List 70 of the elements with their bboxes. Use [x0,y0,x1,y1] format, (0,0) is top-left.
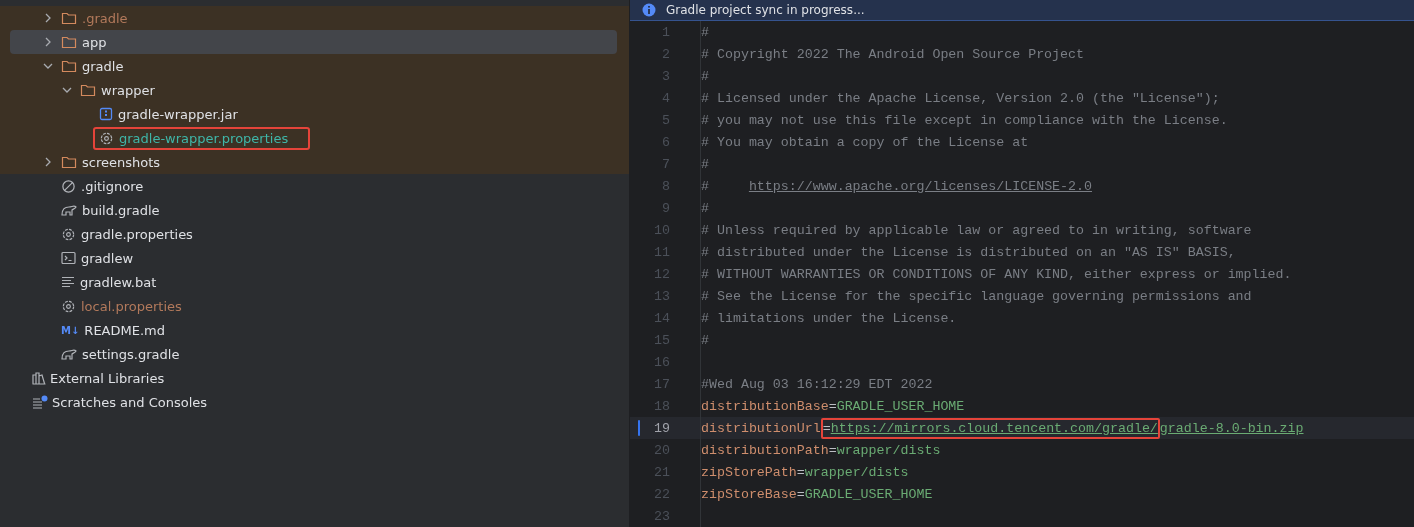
tree-item[interactable]: local.properties [10,294,617,318]
property-value: wrapper/dists [836,442,941,458]
tree-item[interactable]: External Libraries [10,366,617,390]
code-comment: # limitations under the License. [701,310,957,326]
text-lines-icon [61,276,75,288]
tree-item[interactable]: settings.gradle [10,342,617,366]
tree-item[interactable]: gradle.properties [10,222,617,246]
code-link[interactable]: https://mirrors.cloud.tencent.com/gradle/ [830,420,1158,436]
folder-icon [61,155,77,169]
tree-item[interactable]: app [10,30,617,54]
equals-sign: = [822,420,831,436]
markdown-icon: M↓ [61,324,80,336]
code-comment: # [701,24,709,40]
no-entry-icon [61,178,76,194]
archive-icon [99,107,113,121]
property-key: distributionPath [701,442,829,458]
banner-text: Gradle project sync in progress... [666,3,865,17]
code-comment: # [701,68,709,84]
equals-sign: = [796,486,805,502]
code-comment: # Copyright 2022 The Android Open Source Project [701,46,1084,62]
gear-icon [61,226,76,242]
info-icon [642,3,656,17]
code-link[interactable]: gradle-8.0-bin.zip [1159,420,1304,436]
gear-icon [99,130,114,146]
equals-sign: = [796,464,805,480]
tree-item[interactable]: gradlew [10,246,617,270]
code-comment: # [701,156,709,172]
property-value: GRADLE_USER_HOME [804,486,933,502]
tree-item[interactable]: M↓ README.md [10,318,617,342]
tree-item[interactable]: gradlew.bat [10,270,617,294]
folder-icon [80,83,96,97]
library-icon [32,371,46,385]
elephant-icon [61,203,77,217]
code-comment: # Licensed under the Apache License, Version 2.0 (the "License"); [701,90,1220,106]
property-key: distributionUrl [701,420,821,436]
property-value: wrapper/dists [804,464,909,480]
chevron-icon[interactable] [43,157,53,167]
code-comment: # See the License for the specific language governing permissions and [701,288,1252,304]
code-comment: # [701,178,710,194]
line-number: 19 [653,420,670,436]
property-key: zipStoreBase [701,486,797,502]
property-value: GRADLE_USER_HOME [836,398,965,414]
code-comment: # WITHOUT WARRANTIES OR CONDITIONS OF ANY KIND, either express or implied. [701,266,1292,282]
scratches-icon [32,395,48,409]
chevron-icon[interactable] [43,61,53,71]
folder-icon [61,11,77,25]
folder-icon [61,35,77,49]
property-key: zipStorePath [701,464,797,480]
code-comment: # You may obtain a copy of the License at [701,134,1029,150]
chevron-icon[interactable] [43,37,53,47]
elephant-icon [61,347,77,361]
code-comment: # you may not use this file except in compliance with the License. [701,112,1228,128]
terminal-icon [61,251,76,265]
gear-icon [61,298,76,314]
tree-item[interactable]: .gitignore [10,174,617,198]
code-comment: # [701,332,709,348]
chevron-icon[interactable] [43,13,53,23]
tree-item[interactable]: Scratches and Consoles [10,390,617,414]
chevron-icon[interactable] [62,85,72,95]
code-comment: #Wed Aug 03 16:12:29 EDT 2022 [701,376,933,392]
code-comment: # [701,200,709,216]
equals-sign: = [828,442,837,458]
code-comment: # distributed under the License is distributed on an "AS IS" BASIS, [701,244,1236,260]
equals-sign: = [828,398,837,414]
code-comment: # Unless required by applicable law or agreed to in writing, software [701,222,1252,238]
property-key: distributionBase [701,398,829,414]
tree-item[interactable]: build.gradle [10,198,617,222]
current-line-marker [638,420,640,436]
code-link[interactable]: https://www.apache.org/licenses/LICENSE-2.0 [748,178,1092,194]
folder-icon [61,59,77,73]
